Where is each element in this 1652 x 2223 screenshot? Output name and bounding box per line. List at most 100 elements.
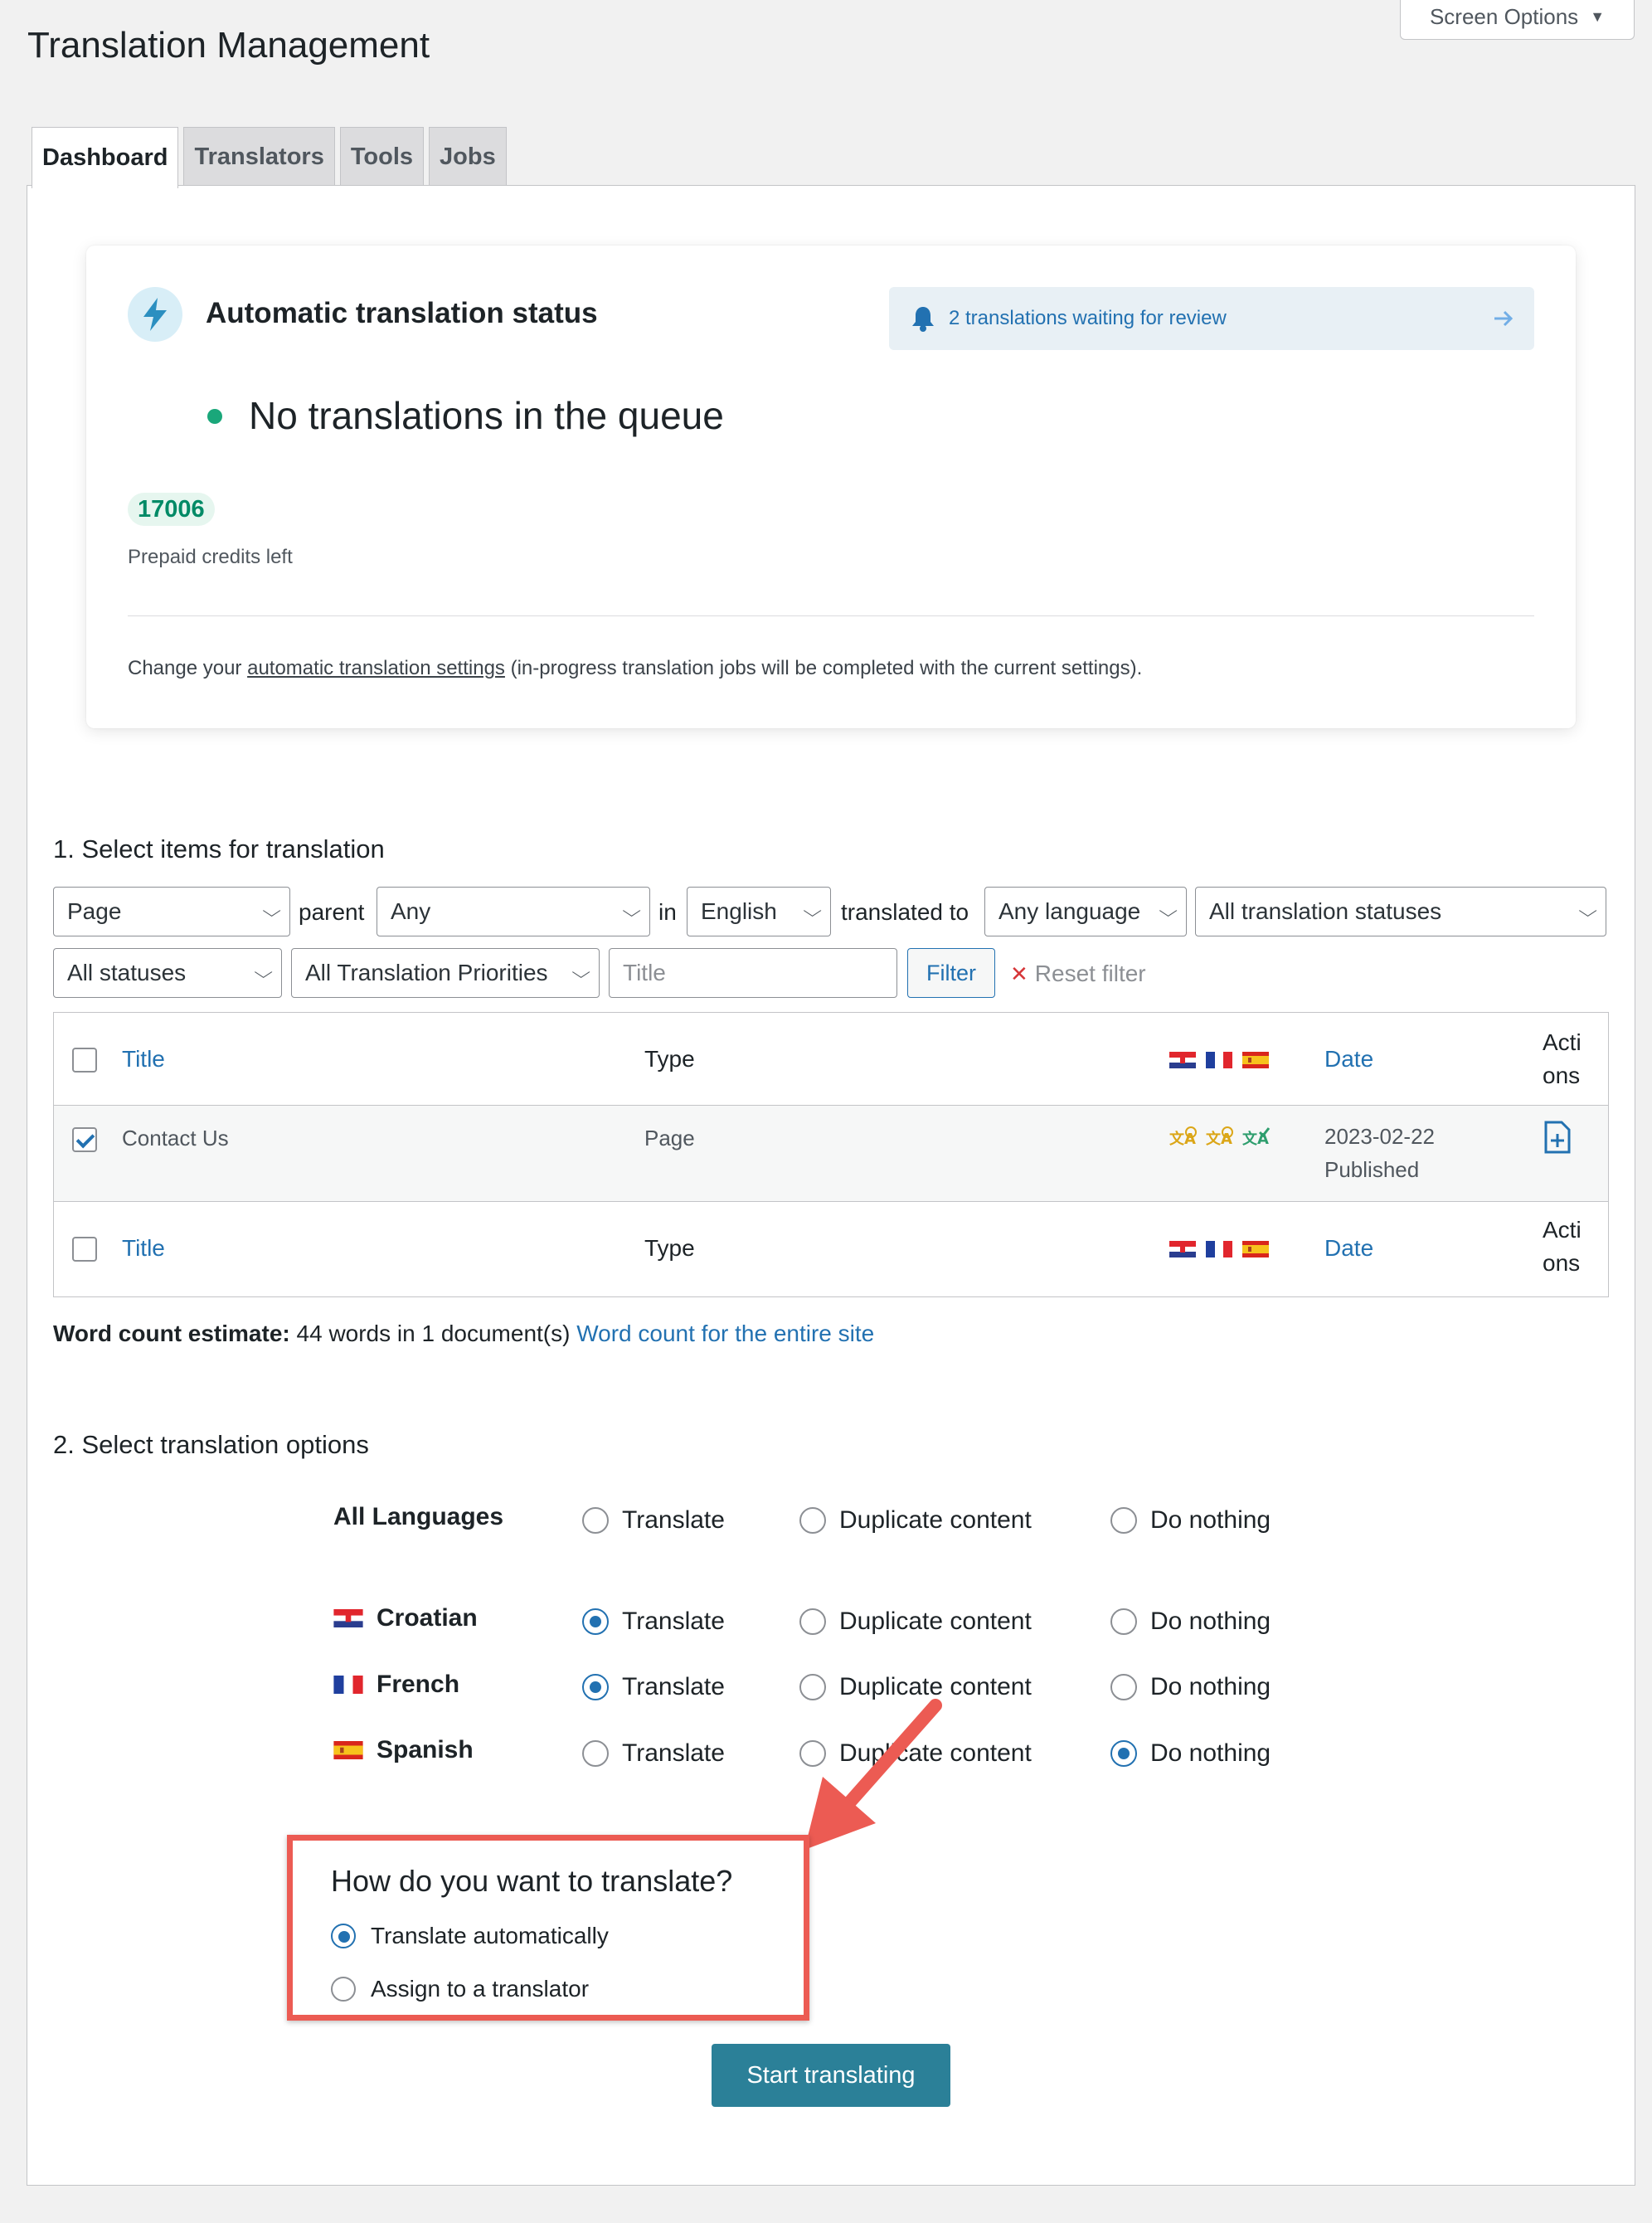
croatian-duplicate-radio[interactable] xyxy=(799,1608,826,1635)
row-type: Page xyxy=(644,1126,695,1150)
chevron-down-icon: ⌵ xyxy=(1159,902,1178,921)
translation-complete-icon: 文A xyxy=(1242,1127,1271,1148)
row-checkbox[interactable] xyxy=(72,1127,97,1152)
assign-translator-radio[interactable] xyxy=(331,1977,356,2002)
translation-pending-icon: 文A xyxy=(1206,1126,1233,1148)
translation-method-box: How do you want to translate? Translate … xyxy=(287,1835,809,2021)
review-notice-link[interactable]: 2 translations waiting for review xyxy=(889,287,1534,350)
all-languages-translate-radio[interactable] xyxy=(582,1507,609,1534)
start-translating-button[interactable]: Start translating xyxy=(712,2044,950,2107)
actions-column-header-2: ons xyxy=(1543,1063,1581,1088)
settings-note-suffix: (in-progress translation jobs will be co… xyxy=(504,657,1143,679)
status-title: Automatic translation status xyxy=(206,297,598,329)
translation-status-select[interactable]: All translation statuses ⌵ xyxy=(1195,887,1606,936)
row-title[interactable]: Contact Us xyxy=(122,1126,229,1151)
spanish-language-label: Spanish xyxy=(333,1736,474,1764)
title-search-input[interactable]: Title xyxy=(609,948,897,998)
post-status-select[interactable]: All statuses ⌵ xyxy=(53,948,282,998)
spanish-nothing-radio[interactable] xyxy=(1110,1740,1137,1767)
nothing-option-label: Do nothing xyxy=(1150,1506,1271,1534)
title-column-footer[interactable]: Title xyxy=(122,1235,165,1262)
date-column-header[interactable]: Date xyxy=(1324,1046,1373,1073)
reset-filter-label: Reset filter xyxy=(1034,961,1146,986)
filter-button[interactable]: Filter xyxy=(907,948,995,998)
lightning-bolt-icon xyxy=(128,287,182,342)
croatian-translate-radio[interactable] xyxy=(582,1608,609,1635)
chevron-down-icon: ⌵ xyxy=(254,963,273,982)
translation-pending-icon: 文A xyxy=(1169,1126,1197,1148)
french-language-label: French xyxy=(333,1671,459,1699)
tab-translators[interactable]: Translators xyxy=(183,127,335,187)
items-table: Title Type Date Acti ons Contact Us Page… xyxy=(53,1012,1609,1297)
actions-column-header-1: Acti xyxy=(1543,1029,1582,1055)
chevron-down-icon: ⌵ xyxy=(571,963,590,982)
croatia-flag-icon xyxy=(333,1609,363,1627)
actions-column-footer-1: Acti xyxy=(1543,1217,1582,1243)
chevron-down-icon: ⌵ xyxy=(803,902,822,921)
row-status: Published xyxy=(1324,1157,1420,1182)
french-translate-radio[interactable] xyxy=(582,1674,609,1700)
french-label-text: French xyxy=(377,1671,460,1698)
tab-dashboard[interactable]: Dashboard xyxy=(32,127,179,188)
france-flag-icon xyxy=(1206,1052,1232,1068)
title-column-header[interactable]: Title xyxy=(122,1046,165,1073)
translate-option-label: Translate xyxy=(622,1739,725,1767)
add-translation-job-icon[interactable] xyxy=(1543,1121,1572,1154)
all-languages-nothing-radio[interactable] xyxy=(1110,1507,1137,1534)
credits-badge: 17006 xyxy=(128,493,215,526)
chevron-down-icon: ⌵ xyxy=(262,902,281,921)
duplicate-option-label: Duplicate content xyxy=(839,1506,1032,1534)
word-count-estimate: Word count estimate: 44 words in 1 docum… xyxy=(53,1321,874,1347)
source-language-select[interactable]: English ⌵ xyxy=(687,887,831,936)
select-all-checkbox[interactable] xyxy=(72,1048,97,1073)
svg-text:文A: 文A xyxy=(1206,1130,1232,1148)
type-select-value: Page xyxy=(67,898,122,924)
page-title: Translation Management xyxy=(27,25,430,66)
translate-automatically-radio[interactable] xyxy=(331,1924,356,1948)
priority-value: All Translation Priorities xyxy=(305,960,548,985)
translation-method-question: How do you want to translate? xyxy=(331,1864,733,1898)
row-date: 2023-02-22 xyxy=(1324,1124,1435,1149)
automatic-translation-settings-link[interactable]: automatic translation settings xyxy=(247,657,505,679)
croatian-nothing-radio[interactable] xyxy=(1110,1608,1137,1635)
actions-column-footer-2: ons xyxy=(1543,1250,1581,1276)
translate-automatically-label: Translate automatically xyxy=(371,1923,609,1948)
croatian-language-label: Croatian xyxy=(333,1604,478,1632)
french-nothing-radio[interactable] xyxy=(1110,1674,1137,1700)
tab-tools[interactable]: Tools xyxy=(339,127,425,187)
croatia-flag-icon xyxy=(1169,1241,1196,1257)
screen-options-label: Screen Options xyxy=(1429,4,1579,29)
annotation-arrow-icon xyxy=(804,1699,942,1850)
type-select[interactable]: Page ⌵ xyxy=(53,887,290,936)
nothing-option-label: Do nothing xyxy=(1150,1673,1271,1700)
post-status-value: All statuses xyxy=(67,960,187,985)
table-header-row: Title Type Date Acti ons xyxy=(54,1013,1608,1106)
priority-select[interactable]: All Translation Priorities ⌵ xyxy=(291,948,600,998)
svg-text:文A: 文A xyxy=(1169,1130,1196,1148)
select-all-checkbox-footer[interactable] xyxy=(72,1237,97,1262)
assign-translator-label: Assign to a translator xyxy=(371,1976,590,2002)
screen-options-button[interactable]: Screen Options ▼ xyxy=(1400,0,1635,40)
translate-option-label: Translate xyxy=(622,1506,725,1534)
reset-filter-link[interactable]: ✕ Reset filter xyxy=(1010,961,1146,987)
parent-select[interactable]: Any ⌵ xyxy=(377,887,650,936)
section-select-items-title: 1. Select items for translation xyxy=(53,834,385,863)
spanish-label-text: Spanish xyxy=(377,1736,474,1763)
chevron-down-icon: ⌵ xyxy=(622,902,641,921)
all-languages-duplicate-radio[interactable] xyxy=(799,1507,826,1534)
spanish-translate-radio[interactable] xyxy=(582,1740,609,1767)
word-count-text: 44 words in 1 document(s) xyxy=(289,1321,577,1346)
arrow-right-icon xyxy=(1494,310,1514,327)
date-column-footer[interactable]: Date xyxy=(1324,1235,1373,1262)
credits-label: Prepaid credits left xyxy=(128,546,293,568)
croatia-flag-icon xyxy=(1169,1052,1196,1068)
target-language-value: Any language xyxy=(998,898,1141,924)
divider xyxy=(128,615,1534,616)
tab-jobs[interactable]: Jobs xyxy=(429,127,507,187)
all-languages-label-text: All Languages xyxy=(333,1503,504,1530)
review-notice-text: 2 translations waiting for review xyxy=(949,307,1227,329)
france-flag-icon xyxy=(333,1676,363,1694)
target-language-select[interactable]: Any language ⌵ xyxy=(984,887,1187,936)
word-count-site-link[interactable]: Word count for the entire site xyxy=(576,1321,874,1346)
france-flag-icon xyxy=(1206,1241,1232,1257)
